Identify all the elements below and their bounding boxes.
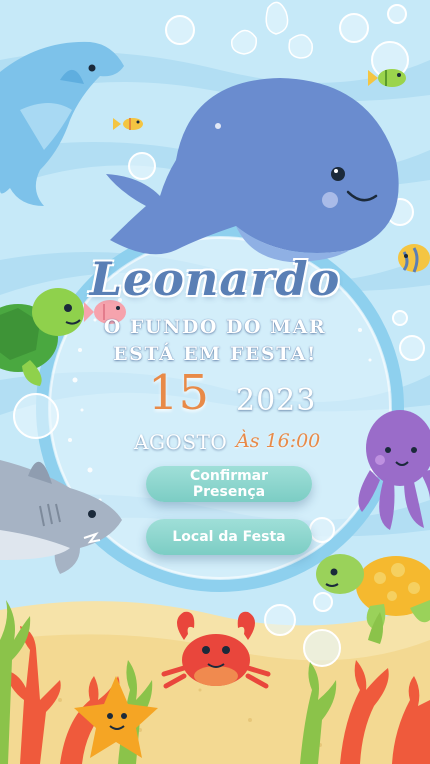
event-month: AGOSTO xyxy=(134,430,228,454)
event-day: 15 xyxy=(148,365,210,421)
event-time: Às 16:00 xyxy=(236,430,321,452)
tagline-line-2: ESTÁ EM FESTA! xyxy=(113,343,317,365)
event-year: 2023 xyxy=(236,383,317,418)
tagline-line-1: O FUNDO DO MAR xyxy=(103,316,327,338)
invitation-scene: Leonardo O FUNDO DO MAR ESTÁ EM FESTA! 1… xyxy=(0,0,430,764)
party-location-button[interactable]: Local da Festa xyxy=(146,519,312,555)
child-name: Leonardo xyxy=(89,252,341,306)
confirm-attendance-button[interactable]: Confirmar Presença xyxy=(146,466,312,502)
invitation-card: Leonardo O FUNDO DO MAR ESTÁ EM FESTA! 1… xyxy=(0,0,430,764)
